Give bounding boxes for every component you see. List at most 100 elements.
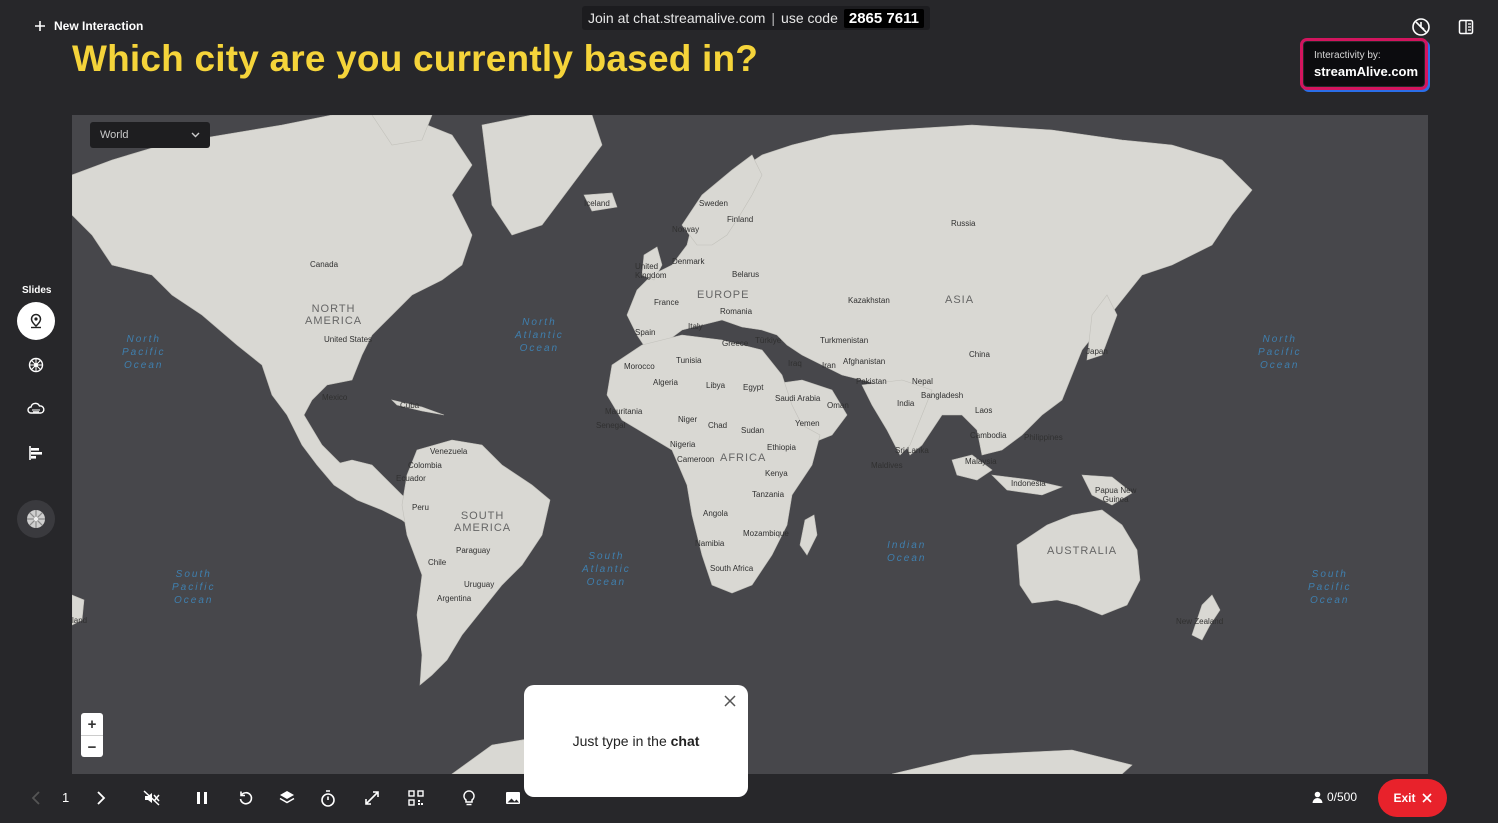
map-label-tanzania: Tanzania [752,490,785,499]
map-pin-icon [28,313,44,329]
slides-label: Slides [22,285,52,296]
map-label-indonesia: Indonesia [1011,479,1046,488]
powered-by-badge[interactable]: Interactivity by: streamAlive.com [1302,40,1426,88]
user-icon [1312,791,1323,803]
new-interaction-button[interactable]: New Interaction [26,12,151,40]
next-slide-button[interactable] [87,784,115,812]
zoom-out-button[interactable]: − [81,736,103,758]
map-label-cuba: Cuba [400,401,420,410]
map-label-north-pacific-left: North Pacific Ocean [122,334,166,371]
map-label-mauritania: Mauritania [605,407,643,416]
map-label-romania: Romania [720,307,753,316]
map-label-ethiopia: Ethiopia [767,443,796,452]
map-label-india: India [897,399,915,408]
new-interaction-label: New Interaction [54,19,144,33]
map-label-south-africa: South Africa [710,564,754,573]
map-label-saudi-arabia: Saudi Arabia [775,394,821,403]
wheel-icon [28,357,44,373]
map-label-denmark: Denmark [672,257,705,266]
map-label-nigeria: Nigeria [670,440,696,449]
map-label-uruguay: Uruguay [464,580,495,589]
map-label-tunisia: Tunisia [676,356,702,365]
image-icon [505,791,521,805]
map-label-laos: Laos [975,406,993,415]
lightbulb-icon [462,789,476,807]
image-button[interactable] [499,784,527,812]
map-label-niger: Niger [678,415,698,424]
zoom-control: + − [81,713,103,757]
reset-button[interactable] [232,784,260,812]
map-label-angola: Angola [703,509,728,518]
map-label-kazakhstan: Kazakhstan [848,296,890,305]
slide-bar-chart-button[interactable] [17,434,55,472]
mute-button[interactable] [138,784,166,812]
map-label-kenya: Kenya [765,469,788,478]
timer-button[interactable] [314,784,342,812]
map-label-chad: Chad [708,421,728,430]
map-label-sri-lanka: Sri Lanka [895,446,929,455]
fullscreen-icon [364,790,380,806]
side-panel-icon[interactable] [1454,14,1478,40]
prev-slide-button[interactable] [22,784,50,812]
region-select[interactable]: World [90,122,210,148]
map-label-libya: Libya [706,381,726,390]
chat-hint-prefix: Just type in the [572,733,671,749]
pause-icon [196,791,208,805]
map-label-japan: Japan [1086,347,1108,356]
map-label-mexico: Mexico [322,393,348,402]
map-label-australia: AUSTRALIA [1047,545,1118,557]
map-label-iran: Iran [822,361,836,370]
reset-icon [238,790,254,806]
region-select-value: World [100,129,129,141]
slide-map-button[interactable] [17,302,55,340]
map-label-finland: Finland [727,215,754,224]
join-code: 2865 7611 [843,8,924,28]
map-label-sweden: Sweden [699,199,728,208]
map-label-new-zealand: New Zealand [1176,617,1224,626]
map-label-cambodia: Cambodia [970,431,1007,440]
map-label-oman: Oman [827,401,849,410]
map-label-algeria: Algeria [653,378,678,387]
map-label-namibia: Namibia [695,539,725,548]
map-label-colombia: Colombia [408,461,442,470]
map-label-italy: Italy [688,322,703,331]
hint-button[interactable] [455,784,483,812]
map-label-south-america: SOUTH AMERICA [454,510,512,534]
slide-word-cloud-button[interactable] [17,390,55,428]
layers-button[interactable] [273,784,301,812]
map-label-egypt: Egypt [743,383,764,392]
exit-button[interactable]: Exit [1378,779,1447,817]
chevron-down-icon [191,132,200,138]
chat-hint-popup: Just type in the chat [524,685,748,797]
map-label-paraguay: Paraguay [456,546,491,555]
join-separator: | [771,10,776,26]
pause-button[interactable] [188,784,216,812]
participant-count-value: 0/500 [1327,790,1358,804]
map-label-edge-land: land [72,616,88,625]
close-icon[interactable] [722,693,738,709]
map-label-south-atlantic: South Atlantic Ocean [582,551,631,588]
map-label-ecuador: Ecuador [396,474,426,483]
zoom-in-button[interactable]: + [81,713,103,735]
map-landmass [72,115,1253,774]
slide-wheel-button[interactable] [17,346,55,384]
map-label-north-atlantic: North Atlantic Ocean [515,317,564,354]
chat-hint-bold: chat [670,733,700,749]
slide-spinner-button[interactable] [17,500,55,538]
map-label-iceland: Iceland [584,199,610,208]
map-label-philippines: Philippines [1024,433,1063,442]
map-label-greece: Greece [722,339,749,348]
map-label-malaysia: Malaysia [965,457,997,466]
exit-label: Exit [1393,791,1416,805]
page-number: 1 [62,790,70,805]
map-label-indian-ocean: Indian Ocean [887,540,927,564]
clock-icon[interactable] [1408,14,1434,40]
layers-icon [279,790,295,806]
chevron-left-icon [31,791,41,805]
qr-code-button[interactable] [402,784,430,812]
join-banner: Join at chat.streamalive.com | use code … [582,6,930,30]
world-map[interactable]: Canada NORTH AMERICA United States Mexic… [72,115,1428,774]
map-label-south-pacific-right: South Pacific Ocean [1308,569,1352,606]
map-label-senegal: Senegal [596,421,626,430]
fullscreen-button[interactable] [358,784,386,812]
